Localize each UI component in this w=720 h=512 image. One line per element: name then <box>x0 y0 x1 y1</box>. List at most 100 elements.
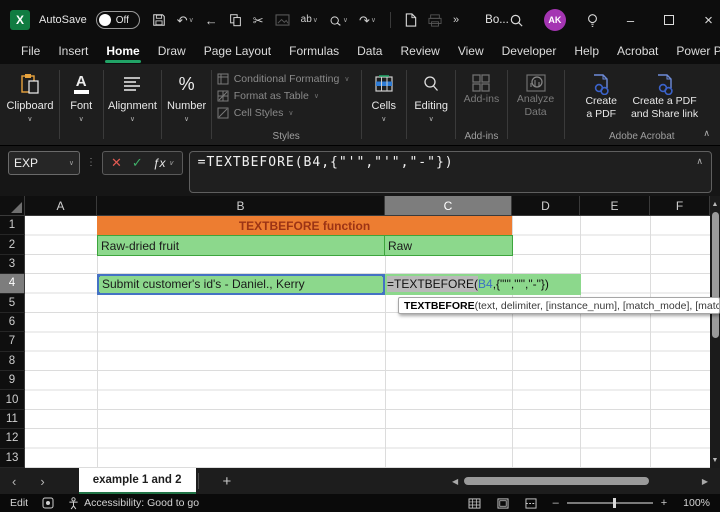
sheet-nav-right-icon[interactable]: › <box>28 474 56 489</box>
horizontal-scroll-track[interactable] <box>464 477 696 486</box>
new-file-icon[interactable] <box>405 13 417 27</box>
sheet-nav-left-icon[interactable]: ‹ <box>0 474 28 489</box>
zoom-out-icon[interactable]: – <box>553 497 559 509</box>
horizontal-scroll-thumb[interactable] <box>464 477 650 485</box>
row-header-3[interactable]: 3 <box>0 254 25 275</box>
row-header-5[interactable]: 5 <box>0 293 25 313</box>
row-header-8[interactable]: 8 <box>0 351 25 371</box>
tab-data[interactable]: Data <box>348 41 391 63</box>
column-header-a[interactable]: A <box>25 196 97 216</box>
tab-help[interactable]: Help <box>565 41 608 63</box>
normal-view-icon[interactable] <box>468 497 481 509</box>
tab-insert[interactable]: Insert <box>49 41 97 63</box>
formula-bar-collapse-icon[interactable]: ∧ <box>696 156 703 167</box>
maximize-button[interactable] <box>664 15 675 25</box>
column-header-f[interactable]: F <box>650 196 710 216</box>
select-all-corner[interactable] <box>0 196 25 216</box>
search-icon[interactable] <box>509 13 524 28</box>
row-header-4[interactable]: 4 <box>0 274 25 294</box>
formula-bar-grip[interactable]: ⋮ <box>86 151 96 168</box>
page-break-view-icon[interactable] <box>525 497 537 509</box>
row-header-10[interactable]: 10 <box>0 390 25 410</box>
undo-icon[interactable]: ↶ ∨ <box>177 14 194 27</box>
vertical-scrollbar[interactable]: ▲ ▼ <box>710 196 720 468</box>
horizontal-scrollbar[interactable]: ◀ ▶ <box>452 477 720 486</box>
cell-c4-editing[interactable]: =TEXTBEFORE(B4 ,{"'","'","-"}) <box>385 274 581 295</box>
acrobat-group-label: Adobe Acrobat <box>608 131 675 142</box>
cell-b1-merged-title[interactable]: TEXTBEFORE function <box>97 216 512 236</box>
zoom-slider[interactable]: – + <box>553 497 668 509</box>
macro-record-icon[interactable] <box>42 497 54 509</box>
tab-file[interactable]: File <box>12 41 49 63</box>
editing-group-button[interactable]: Editing ∨ <box>408 64 454 145</box>
tab-formulas[interactable]: Formulas <box>280 41 348 63</box>
alignment-group-button[interactable]: Alignment ∨ <box>104 64 160 145</box>
document-title[interactable]: Bo... <box>485 14 509 26</box>
spelling-icon[interactable]: ab ∨ <box>301 15 318 25</box>
row-header-12[interactable]: 12 <box>0 429 25 449</box>
tab-page-layout[interactable]: Page Layout <box>195 41 280 63</box>
row-header-9[interactable]: 9 <box>0 371 25 391</box>
copy-icon[interactable] <box>229 13 242 27</box>
column-header-c[interactable]: C <box>385 196 512 216</box>
create-pdf-share-button[interactable]: Create a PDF and Share link <box>627 71 702 123</box>
zoom-thumb[interactable] <box>612 498 616 508</box>
row-header-6[interactable]: 6 <box>0 312 25 333</box>
row-header-7[interactable]: 7 <box>0 332 25 352</box>
zoom-in-icon[interactable]: + <box>661 497 667 509</box>
cells-area[interactable]: TEXTBEFORE function Raw-dried fruit Raw … <box>25 216 710 468</box>
column-header-b[interactable]: B <box>97 196 385 216</box>
add-sheet-icon[interactable]: + <box>201 473 254 490</box>
cells-group-button[interactable]: Cells ∨ <box>363 64 405 145</box>
row-header-11[interactable]: 11 <box>0 409 25 430</box>
font-group-button[interactable]: A Font ∨ <box>61 64 102 145</box>
qat-overflow-icon[interactable]: » <box>453 14 459 26</box>
formula-input[interactable]: =TEXTBEFORE(B4,{"'","'","-"}) ∧ <box>188 151 712 193</box>
cell-c2[interactable]: Raw <box>385 235 513 256</box>
row-header-1[interactable]: 1 <box>0 216 25 236</box>
name-box[interactable]: EXP ∨ <box>8 151 80 175</box>
avatar[interactable]: AK <box>543 9 566 31</box>
tab-view[interactable]: View <box>449 41 493 63</box>
tab-developer[interactable]: Developer <box>493 41 566 63</box>
page-layout-view-icon[interactable] <box>497 497 509 509</box>
zoom-track[interactable] <box>566 498 653 508</box>
ribbon-collapse-icon[interactable]: ∧ <box>703 128 710 139</box>
accessibility-status[interactable]: Accessibility: Good to go <box>68 496 199 510</box>
tab-home[interactable]: Home <box>97 41 148 63</box>
cell-b4-referenced[interactable]: Submit customer's id's - Daniel., Kerry <box>97 274 385 295</box>
redo-icon[interactable]: ↷ ∨ <box>359 14 376 27</box>
enter-icon[interactable]: ✓ <box>132 155 143 171</box>
scroll-up-icon[interactable]: ▲ <box>710 200 720 210</box>
autosave-toggle[interactable]: Off <box>95 11 140 29</box>
tab-draw[interactable]: Draw <box>149 41 195 63</box>
save-icon[interactable] <box>152 13 166 27</box>
number-group-button[interactable]: % Number ∨ <box>163 64 209 145</box>
column-header-e[interactable]: E <box>580 196 650 216</box>
row-header-2[interactable]: 2 <box>0 235 25 255</box>
scroll-left-icon[interactable]: ◀ <box>452 477 458 486</box>
range-handle[interactable] <box>99 291 100 293</box>
cut-icon[interactable]: ✂ <box>253 14 264 27</box>
back-arrow-icon[interactable]: ← <box>205 14 218 27</box>
create-pdf-button[interactable]: Create a PDF <box>581 71 621 123</box>
clipboard-group-button[interactable]: Clipboard ∨ <box>2 64 58 145</box>
tab-acrobat[interactable]: Acrobat <box>608 41 667 63</box>
sheet-tab-active[interactable]: example 1 and 2 <box>78 468 196 494</box>
zoom-level[interactable]: 100% <box>683 497 710 509</box>
scroll-right-icon[interactable]: ▶ <box>702 477 708 486</box>
minimize-button[interactable]: – <box>627 13 634 28</box>
column-header-d[interactable]: D <box>512 196 580 216</box>
vertical-scroll-thumb[interactable] <box>711 212 719 338</box>
cell-b2[interactable]: Raw-dried fruit <box>97 235 385 256</box>
lightbulb-icon[interactable] <box>586 13 599 28</box>
scroll-down-icon[interactable]: ▼ <box>710 456 720 466</box>
range-handle[interactable] <box>99 276 100 278</box>
tab-review[interactable]: Review <box>391 41 448 63</box>
insert-function-button[interactable]: ƒx ∨ <box>153 156 174 170</box>
cancel-icon[interactable]: ✕ <box>111 155 122 171</box>
row-header-13[interactable]: 13 <box>0 448 25 468</box>
draw-touch-icon[interactable]: ∨ <box>329 14 348 27</box>
tab-power-pivot[interactable]: Power Pivot <box>667 41 720 63</box>
close-button[interactable]: × <box>704 12 713 29</box>
